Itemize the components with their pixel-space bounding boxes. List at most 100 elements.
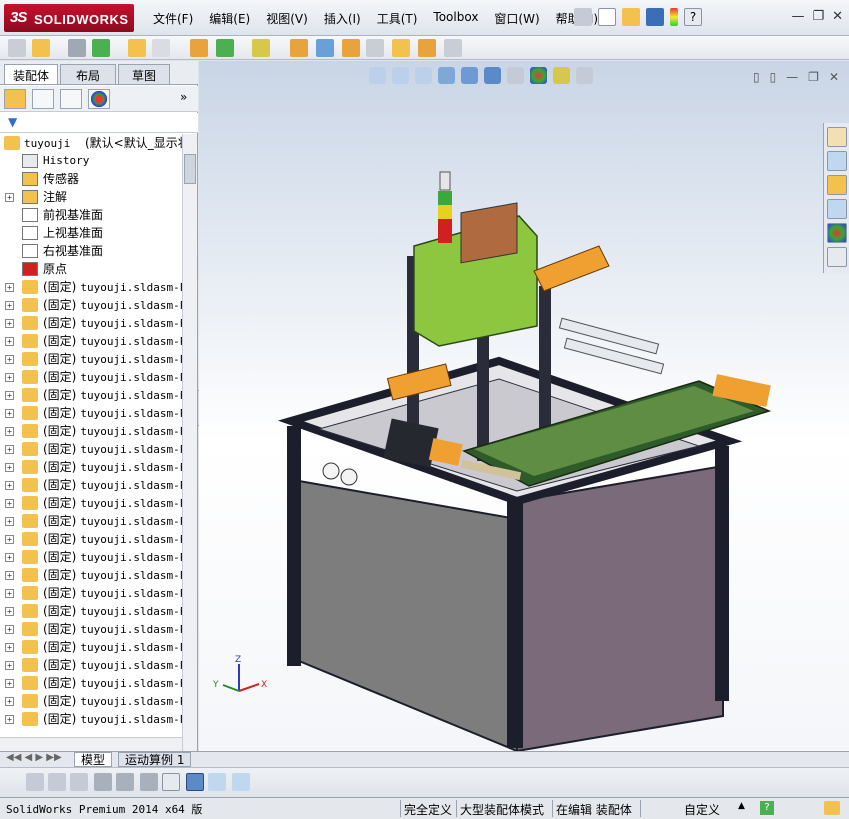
- tree-vertical-scrollbar[interactable]: [182, 134, 197, 796]
- component-row[interactable]: + (固定) tuyouji.sldasm-P: [0, 548, 182, 566]
- save-icon[interactable]: [646, 8, 664, 26]
- two-view-icon[interactable]: [208, 773, 226, 791]
- expand-icon[interactable]: +: [5, 715, 14, 724]
- view-tool-icon[interactable]: [48, 773, 66, 791]
- new-document-icon[interactable]: [598, 8, 616, 26]
- expand-icon[interactable]: +: [5, 679, 14, 688]
- expand-icon[interactable]: +: [5, 481, 14, 490]
- expand-icon[interactable]: +: [5, 445, 14, 454]
- tab-model[interactable]: 模型: [74, 752, 113, 767]
- component-row[interactable]: + (固定) tuyouji.sldasm-P: [0, 314, 182, 332]
- component-row[interactable]: + (固定) tuyouji.sldasm-P: [0, 530, 182, 548]
- smart-fasteners-icon[interactable]: [152, 39, 170, 57]
- help-icon[interactable]: ?: [684, 8, 702, 26]
- solidworks-resources-icon[interactable]: [827, 127, 847, 147]
- component-row[interactable]: + (固定) tuyouji.sldasm-P: [0, 494, 182, 512]
- notification-tag-icon[interactable]: [824, 801, 840, 815]
- component-row[interactable]: + (固定) tuyouji.sldasm-P: [0, 584, 182, 602]
- bill-of-materials-icon[interactable]: [342, 39, 360, 57]
- file-explorer-icon[interactable]: [827, 175, 847, 195]
- component-row[interactable]: + (固定) tuyouji.sldasm-P: [0, 458, 182, 476]
- expand-icon[interactable]: +: [5, 373, 14, 382]
- component-row[interactable]: + (固定) tuyouji.sldasm-P: [0, 656, 182, 674]
- instant3d-icon[interactable]: [392, 39, 410, 57]
- expand-icon[interactable]: +: [5, 643, 14, 652]
- component-row[interactable]: + (固定) tuyouji.sldasm-P: [0, 674, 182, 692]
- tree-item[interactable]: 上视基准面: [0, 224, 182, 242]
- component-row[interactable]: + (固定) tuyouji.sldasm-P: [0, 386, 182, 404]
- expand-icon[interactable]: +: [5, 553, 14, 562]
- menu-view[interactable]: 视图(V): [258, 10, 316, 27]
- component-row[interactable]: + (固定) tuyouji.sldasm-P: [0, 620, 182, 638]
- tree-item[interactable]: 右视基准面: [0, 242, 182, 260]
- rebuild-traffic-light-icon[interactable]: [670, 8, 678, 26]
- expand-icon[interactable]: +: [5, 391, 14, 400]
- component-row[interactable]: + (固定) tuyouji.sldasm-P: [0, 368, 182, 386]
- menu-edit[interactable]: 编辑(E): [201, 10, 258, 27]
- four-view-icon[interactable]: [232, 773, 250, 791]
- view-palette-icon[interactable]: [827, 199, 847, 219]
- assembly-model-view[interactable]: Z X Y: [199, 61, 849, 751]
- tab-sketch[interactable]: 草图: [118, 64, 170, 84]
- component-pattern-icon[interactable]: [128, 39, 146, 57]
- tab-nav-arrows-icon[interactable]: ◀◀ ◀ ▶ ▶▶: [6, 752, 62, 763]
- expand-icon[interactable]: +: [5, 409, 14, 418]
- view-tool-icon[interactable]: [140, 773, 158, 791]
- component-row[interactable]: + (固定) tuyouji.sldasm-P: [0, 350, 182, 368]
- display-manager-icon[interactable]: [88, 89, 110, 109]
- scroll-thumb[interactable]: [184, 154, 196, 184]
- expand-icon[interactable]: +: [5, 625, 14, 634]
- component-row[interactable]: + (固定) tuyouji.sldasm-P: [0, 332, 182, 350]
- component-row[interactable]: + (固定) tuyouji.sldasm-P: [0, 278, 182, 296]
- tree-root[interactable]: tuyouji (默认<默认_显示状: [0, 134, 182, 152]
- show-hidden-icon[interactable]: [216, 39, 234, 57]
- reference-geometry-icon[interactable]: [290, 39, 308, 57]
- view-tool-icon[interactable]: [26, 773, 44, 791]
- feature-tree-icon[interactable]: [4, 89, 26, 109]
- expand-icon[interactable]: +: [5, 301, 14, 310]
- component-row[interactable]: + (固定) tuyouji.sldasm-P: [0, 422, 182, 440]
- minimize-icon[interactable]: —: [791, 9, 804, 24]
- expand-icon[interactable]: +: [5, 283, 14, 292]
- single-view-icon[interactable]: [186, 773, 204, 791]
- help-question-icon[interactable]: ?: [760, 801, 774, 815]
- mate-icon[interactable]: [92, 39, 110, 57]
- new-motion-study-icon[interactable]: [316, 39, 334, 57]
- assembly-features-icon[interactable]: [252, 39, 270, 57]
- custom-properties-icon[interactable]: [827, 247, 847, 267]
- view-tool-icon[interactable]: [116, 773, 134, 791]
- graphics-area[interactable]: ▯ ▯ — ❐ ✕ Z X Y: [199, 61, 849, 751]
- expand-icon[interactable]: +: [5, 607, 14, 616]
- expand-icon[interactable]: +: [5, 355, 14, 364]
- tab-layout[interactable]: 布局: [60, 64, 116, 84]
- expand-chevron-icon[interactable]: »: [180, 90, 187, 104]
- view-tool-icon[interactable]: [70, 773, 88, 791]
- component-row[interactable]: + (固定) tuyouji.sldasm-P: [0, 296, 182, 314]
- snapshot-icon[interactable]: [444, 39, 462, 57]
- component-row[interactable]: + (固定) tuyouji.sldasm-P: [0, 404, 182, 422]
- component-row[interactable]: + (固定) tuyouji.sldasm-P: [0, 710, 182, 728]
- component-row[interactable]: + (固定) tuyouji.sldasm-P: [0, 692, 182, 710]
- expand-icon[interactable]: +: [5, 337, 14, 346]
- pin-icon[interactable]: [574, 8, 592, 26]
- expand-icon[interactable]: +: [5, 463, 14, 472]
- restore-icon[interactable]: ❐: [812, 9, 824, 24]
- component-row[interactable]: + (固定) tuyouji.sldasm-P: [0, 476, 182, 494]
- tree-item[interactable]: 原点: [0, 260, 182, 278]
- expand-icon[interactable]: +: [5, 499, 14, 508]
- filter-icon[interactable]: ▼: [8, 115, 17, 129]
- tree-horizontal-scrollbar[interactable]: [0, 737, 182, 751]
- component-row[interactable]: + (固定) tuyouji.sldasm-P: [0, 566, 182, 584]
- units-up-arrow-icon[interactable]: ▲: [738, 801, 745, 811]
- tree-item[interactable]: 传感器: [0, 170, 182, 188]
- component-row[interactable]: + (固定) tuyouji.sldasm-P: [0, 602, 182, 620]
- close-icon[interactable]: ✕: [832, 9, 843, 24]
- expand-icon[interactable]: +: [5, 193, 14, 202]
- expand-icon[interactable]: +: [5, 697, 14, 706]
- expand-icon[interactable]: +: [5, 319, 14, 328]
- exploded-view-icon[interactable]: [366, 39, 384, 57]
- triad-icon[interactable]: [162, 773, 180, 791]
- status-units[interactable]: 自定义: [684, 801, 720, 818]
- component-row[interactable]: + (固定) tuyouji.sldasm-P: [0, 512, 182, 530]
- expand-icon[interactable]: +: [5, 571, 14, 580]
